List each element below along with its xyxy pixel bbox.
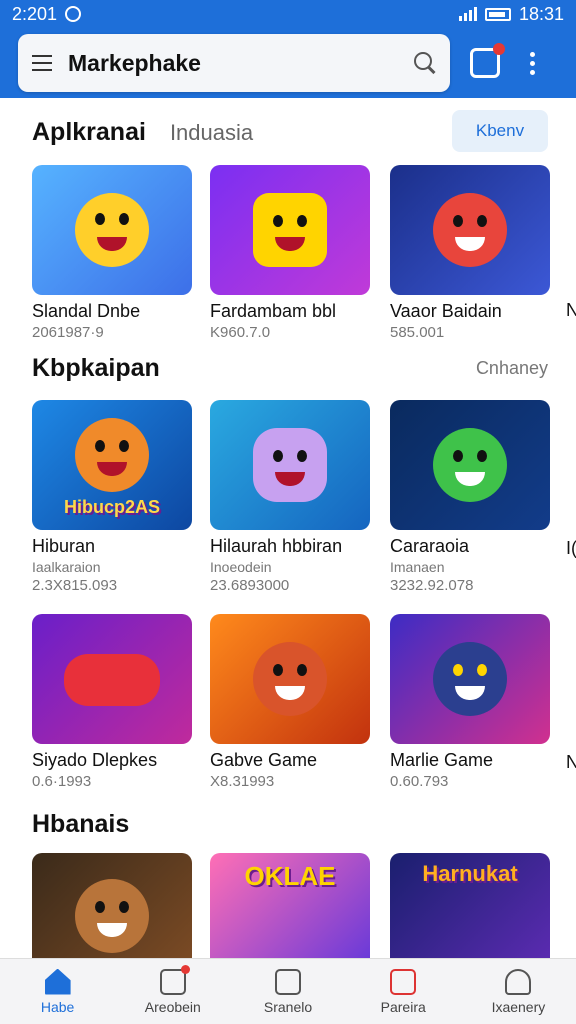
- app-thumbnail: [390, 614, 550, 744]
- app-card[interactable]: Harnukat: [390, 853, 550, 958]
- app-thumbnail: [210, 165, 370, 295]
- nav-games[interactable]: Sranelo: [230, 959, 345, 1024]
- app-card[interactable]: Marlie Game 0.60.793: [390, 614, 550, 790]
- green-monster-art: [433, 428, 507, 502]
- screen-icon: [275, 968, 301, 995]
- app-thumbnail: Harnukat: [390, 853, 550, 958]
- app-name: Fardambam bbl: [210, 301, 337, 321]
- app-card[interactable]: OKLAE: [210, 853, 370, 958]
- app-meta: X8.31993: [210, 773, 275, 790]
- nav-label: Sranelo: [263, 998, 313, 1015]
- menu-icon[interactable]: [32, 55, 52, 71]
- status-bar: 2:201 18:31: [0, 0, 576, 28]
- app-thumbnail: Hibucp2AS: [32, 400, 192, 530]
- app-card[interactable]: Vaaor Baidain 585.001: [390, 165, 550, 341]
- app-card[interactable]: [32, 853, 192, 958]
- app-card[interactable]: Siyado Dlepkes 0.6·1993: [32, 614, 192, 790]
- fox-art: [75, 417, 149, 492]
- app-card[interactable]: Fardambam bbl K960.7.0: [210, 165, 370, 341]
- app-card[interactable]: Slandal Dnbe 2061987·9: [32, 165, 192, 341]
- app-meta: K960.7.0: [210, 324, 271, 341]
- next-card-peek: N: [566, 752, 576, 772]
- notifications-button[interactable]: [470, 43, 505, 78]
- app-card[interactable]: Cararaoia Imanaen 3232.92.078: [390, 400, 550, 594]
- search-input[interactable]: Markephake: [68, 50, 414, 77]
- nav-home[interactable]: Habe: [0, 959, 115, 1024]
- app-thumbnail: [210, 400, 370, 530]
- next-card-peek: I(: [566, 538, 576, 558]
- nav-apps[interactable]: Areobein: [115, 959, 230, 1024]
- app-name: Gabve Game: [210, 750, 318, 770]
- app-bar: Markephake: [0, 28, 576, 98]
- nav-library[interactable]: Pareira: [346, 959, 461, 1024]
- app-category: Inoeodein: [210, 559, 272, 575]
- cat-character-art: [253, 642, 327, 716]
- section-title: Hbanais: [32, 810, 130, 838]
- app-name: Siyado Dlepkes: [32, 750, 158, 770]
- app-category: Imanaen: [390, 559, 445, 575]
- nav-label: Areobein: [144, 998, 201, 1015]
- app-name: Marlie Game: [390, 750, 494, 770]
- controller-character-art: [253, 428, 327, 502]
- see-more-link[interactable]: Cnhaney: [476, 358, 548, 379]
- mascot-art: [75, 193, 149, 267]
- app-category: Iaalkaraion: [32, 559, 101, 575]
- status-time: 2:201: [12, 3, 58, 24]
- app-meta: 2061987·9: [32, 324, 104, 341]
- app-name: Slandal Dnbe: [32, 301, 141, 321]
- wolf-character-art: [75, 879, 149, 953]
- battery-icon: [484, 7, 511, 21]
- search-icon[interactable]: [414, 52, 436, 74]
- home-icon: [44, 968, 71, 995]
- app-meta: 585.001: [390, 324, 445, 341]
- gamepad-art: [64, 654, 160, 706]
- section-title: Kbpkaipan: [32, 354, 160, 382]
- app-card[interactable]: Hilaurah hbbiran Inoeodein 23.6893000: [210, 400, 370, 594]
- thumbnail-label: Harnukat: [422, 861, 518, 886]
- app-meta: 0.6·1993: [32, 773, 92, 790]
- nav-label: Habe: [40, 998, 75, 1015]
- thumbnail-label: Hibucp2AS: [63, 497, 160, 517]
- thumbnail-label: OKLAE: [244, 861, 336, 891]
- view-all-button[interactable]: Kbenv: [452, 110, 548, 152]
- signal-icon: [458, 7, 477, 21]
- person-icon: [505, 968, 532, 995]
- app-thumbnail: [32, 614, 192, 744]
- app-thumbnail: [210, 614, 370, 744]
- app-thumbnail: [390, 400, 550, 530]
- notification-badge: [493, 43, 505, 55]
- nav-profile[interactable]: Ixaenery: [461, 959, 576, 1024]
- app-thumbnail: [32, 853, 192, 958]
- app-name: Hilaurah hbbiran: [210, 536, 343, 556]
- status-clock: 18:31: [518, 3, 564, 24]
- app-meta: 0.60.793: [390, 773, 449, 790]
- list-icon: [159, 964, 190, 995]
- bottom-navigation: Habe Areobein Sranelo Pareira Ixaenery: [0, 958, 576, 1024]
- nav-label: Pareira: [380, 998, 426, 1015]
- sync-icon: [65, 6, 82, 22]
- emoji-block-art: [253, 193, 327, 267]
- more-options-icon[interactable]: [530, 51, 535, 75]
- search-bar[interactable]: Markephake: [18, 34, 450, 92]
- app-meta: 2.3X815.093: [32, 577, 118, 594]
- app-name: Cararaoia: [390, 536, 470, 556]
- app-card[interactable]: Hibucp2AS Hiburan Iaalkaraion 2.3X815.09…: [32, 400, 192, 594]
- app-thumbnail: [390, 165, 550, 295]
- hooded-character-art: [433, 642, 507, 716]
- section-title: Aplkranai: [32, 118, 146, 146]
- app-card[interactable]: Gabve Game X8.31993: [210, 614, 370, 790]
- characters-art: [433, 193, 507, 267]
- section-subtitle: Induasia: [169, 119, 254, 145]
- app-meta: 3232.92.078: [390, 577, 474, 594]
- app-thumbnail: [32, 165, 192, 295]
- app-name: Hiburan: [32, 536, 96, 556]
- app-thumbnail: OKLAE: [210, 853, 370, 958]
- section-header-3: Hbanais: [32, 810, 576, 839]
- app-meta: 23.6893000: [210, 577, 290, 594]
- app-name: Vaaor Baidain: [390, 301, 502, 321]
- library-icon: [390, 968, 417, 995]
- next-card-peek: N: [566, 300, 576, 320]
- nav-label: Ixaenery: [491, 998, 546, 1015]
